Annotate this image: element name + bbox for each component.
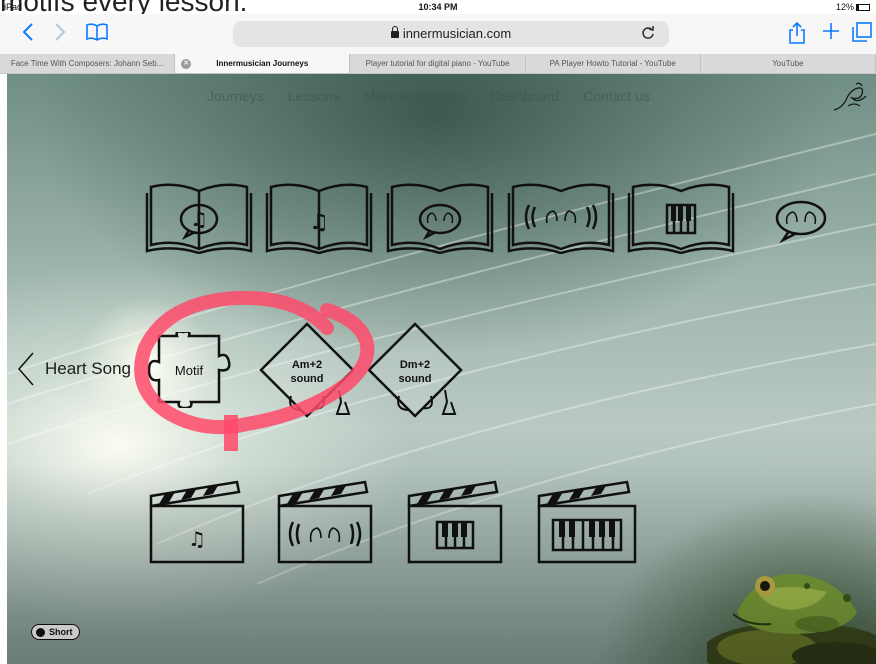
frog-image — [707, 573, 876, 664]
site-nav: Journeys Lessons More Resources Dashboar… — [207, 88, 650, 104]
screen: motifs every lesson. iPad 10:34 PM 12% i… — [0, 0, 876, 664]
chevron-right-icon — [55, 23, 66, 41]
tab-face-time[interactable]: Face Time With Composers: Johann Seb... — [0, 54, 176, 73]
short-toggle[interactable]: Short — [31, 624, 80, 640]
tab-pa-player[interactable]: PA Player Howto Tutorial - YouTube — [526, 54, 701, 73]
url-display[interactable]: innermusician.com — [233, 26, 669, 41]
browser-toolbar: innermusician.com — [0, 14, 876, 54]
diamond-line2: sound — [399, 373, 432, 385]
close-tab-icon[interactable]: ✕ — [181, 59, 192, 69]
toggle-knob — [36, 627, 45, 637]
tab-label: YouTube — [772, 59, 804, 68]
nav-lessons[interactable]: Lessons — [288, 88, 340, 104]
book-icon — [86, 23, 108, 41]
diamond-line1: Dm+2 — [400, 359, 430, 371]
share-icon — [789, 21, 805, 44]
book-speech-notes-icon[interactable]: ♫ — [145, 179, 253, 254]
clapper-piano-small-icon[interactable] — [405, 478, 505, 564]
reload-icon — [642, 26, 654, 39]
url-text: innermusician.com — [402, 26, 512, 41]
chevron-left-icon — [22, 23, 33, 41]
nav-more-resources[interactable]: More Resources — [364, 88, 467, 104]
nav-journeys[interactable]: Journeys — [207, 88, 264, 104]
site-logo[interactable] — [830, 80, 870, 116]
book-piano-icon[interactable] — [627, 179, 735, 254]
tab-label: Player tutorial for digital piano - YouT… — [365, 59, 510, 68]
tab-player-tutorial[interactable]: Player tutorial for digital piano - YouT… — [350, 54, 526, 73]
heart-song-nav[interactable]: Heart Song — [17, 351, 131, 387]
reload-button[interactable] — [641, 24, 655, 44]
svg-text:♫: ♫ — [188, 527, 206, 551]
bookmarks-button[interactable] — [86, 22, 108, 46]
web-content: Journeys Lessons More Resources Dashboar… — [7, 74, 876, 664]
clapper-piano-large-icon[interactable] — [535, 478, 639, 564]
battery-percent: 12% — [835, 2, 854, 12]
share-button[interactable] — [788, 21, 806, 48]
svg-text:♫: ♫ — [309, 210, 329, 235]
tab-label: Innermusician Journeys — [216, 59, 309, 68]
status-bar: iPad 10:34 PM 12% — [0, 0, 876, 14]
back-button[interactable] — [22, 22, 34, 46]
tab-youtube[interactable]: YouTube — [701, 54, 876, 73]
heart-song-label: Heart Song — [45, 359, 131, 378]
book-note-icon[interactable]: ♫ — [265, 179, 373, 254]
svg-text:♫: ♫ — [190, 207, 208, 231]
lock-icon — [390, 26, 399, 38]
forward-button[interactable] — [54, 22, 66, 46]
tab-label: Face Time With Composers: Johann Seb... — [10, 59, 164, 68]
clapper-sound-hands-icon[interactable] — [275, 478, 375, 564]
chevron-left-icon — [18, 352, 34, 386]
toggle-label: Short — [49, 627, 73, 637]
battery-status: 12% — [836, 2, 870, 12]
highlight-annotation — [134, 290, 375, 451]
tabs-icon — [852, 22, 872, 42]
new-tab-button[interactable] — [822, 22, 840, 44]
clock: 10:34 PM — [418, 2, 458, 12]
tab-label: PA Player Howto Tutorial - YouTube — [549, 59, 676, 68]
plus-icon — [823, 23, 839, 39]
battery-icon — [856, 4, 870, 11]
book-speech-hands-icon[interactable] — [386, 179, 494, 254]
book-sound-hands-icon[interactable] — [507, 179, 615, 254]
clapper-note-icon[interactable]: ♫ — [147, 478, 247, 564]
tab-strip: Face Time With Composers: Johann Seb... … — [0, 54, 876, 74]
show-tabs-button[interactable] — [852, 22, 872, 46]
nav-contact[interactable]: Contact us — [583, 88, 650, 104]
tab-innermusician[interactable]: ✕ Innermusician Journeys — [175, 54, 351, 73]
nav-dashboard[interactable]: Dashboard — [491, 88, 560, 104]
address-bar[interactable]: innermusician.com — [233, 21, 669, 47]
speech-hands-icon[interactable] — [773, 198, 829, 244]
